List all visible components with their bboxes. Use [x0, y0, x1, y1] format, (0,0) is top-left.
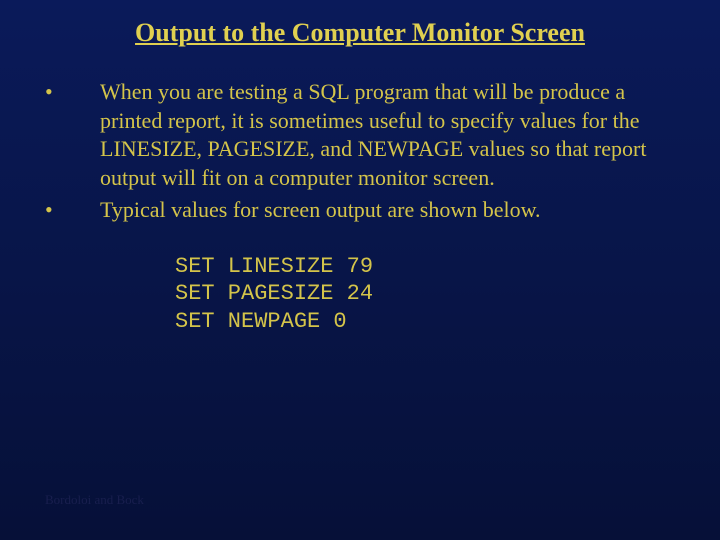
code-line: SET LINESIZE 79	[175, 254, 373, 279]
bullet-item: • Typical values for screen output are s…	[45, 196, 680, 225]
bullet-text: Typical values for screen output are sho…	[100, 196, 680, 225]
code-block: SET LINESIZE 79 SET PAGESIZE 24 SET NEWP…	[175, 253, 680, 336]
code-line: SET PAGESIZE 24	[175, 281, 373, 306]
footer-attribution: Bordoloi and Bock	[45, 492, 144, 508]
code-line: SET NEWPAGE 0	[175, 309, 347, 334]
slide-content: • When you are testing a SQL program tha…	[0, 78, 720, 335]
slide-title: Output to the Computer Monitor Screen	[0, 0, 720, 78]
bullet-marker: •	[45, 78, 100, 107]
bullet-text: When you are testing a SQL program that …	[100, 78, 680, 192]
bullet-marker: •	[45, 196, 100, 225]
bullet-item: • When you are testing a SQL program tha…	[45, 78, 680, 192]
